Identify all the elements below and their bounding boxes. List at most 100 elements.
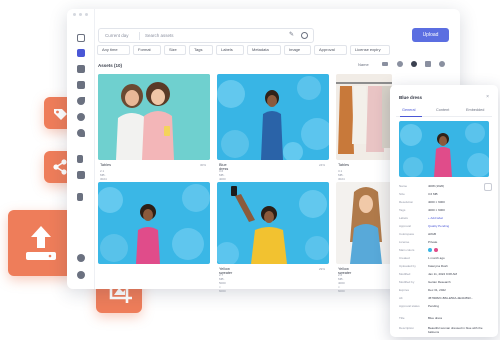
- detail-value: Beautiful woman dressed in blue with the…: [428, 326, 483, 334]
- detail-value: 3.6 MB: [428, 192, 438, 196]
- detail-label: Description: [399, 326, 415, 330]
- asset-name: Tables: [100, 163, 111, 167]
- asset-thumbnail[interactable]: [217, 74, 329, 160]
- filter-approval[interactable]: Approval: [314, 45, 347, 55]
- info-icon[interactable]: [439, 61, 445, 67]
- grid-view-icon[interactable]: [425, 61, 431, 67]
- sort-order-icon[interactable]: [382, 62, 388, 66]
- detail-value: 4000 × 6000: [428, 200, 445, 204]
- two-women-photo: [98, 74, 210, 160]
- asset-thumbnail[interactable]: [98, 182, 210, 264]
- trash-icon[interactable]: [77, 193, 83, 201]
- detail-value: 4000 × 6000: [428, 208, 445, 212]
- help-icon[interactable]: [77, 254, 85, 262]
- window-titlebar: [67, 9, 460, 19]
- close-icon[interactable]: ×: [486, 94, 489, 100]
- sidebar: [67, 9, 95, 289]
- asset-details-panel: Blue dress × General Content Embedded Na…: [390, 85, 498, 337]
- upload-button[interactable]: Upload: [412, 28, 449, 42]
- filter-format[interactable]: Format: [133, 45, 161, 55]
- asset-thumbnail[interactable]: [98, 74, 210, 160]
- detail-label: Modified: [399, 272, 411, 276]
- filter-any-time[interactable]: Any time: [97, 45, 130, 55]
- asset-meta: 2.7 MB · 5000 × 6000: [219, 273, 226, 293]
- settings-icon[interactable]: [77, 271, 85, 279]
- upload-icon: [26, 226, 56, 260]
- pink-top-photo: [98, 182, 210, 264]
- active-tab-indicator: [400, 116, 422, 117]
- detail-label: Uploaded by: [399, 264, 416, 268]
- detail-label: Tags: [399, 208, 406, 212]
- image-icon[interactable]: [77, 81, 85, 89]
- assets-icon[interactable]: [77, 49, 85, 57]
- upload-tile[interactable]: [8, 210, 74, 276]
- detail-label: Expires: [399, 288, 410, 292]
- screenshot-stage: Current day Search assets ✎ Upload Any t…: [0, 0, 500, 340]
- view-toggle-icon[interactable]: [411, 61, 417, 67]
- panel-preview[interactable]: [399, 121, 489, 177]
- detail-value: Pending: [428, 304, 440, 308]
- detail-value: Private: [428, 240, 438, 244]
- detail-label: Main colors: [399, 248, 415, 252]
- expand-icon[interactable]: [77, 34, 85, 42]
- detail-value: Blue dress: [428, 316, 443, 320]
- detail-value: Jan 11, 2022 9:08 AM: [428, 272, 457, 276]
- yellow-sweater-selfie-photo: [217, 182, 329, 264]
- filter-license-expiry[interactable]: License expiry: [350, 45, 390, 55]
- detail-label: Resolution: [399, 200, 414, 204]
- search-bar[interactable]: Current day Search assets ✎: [98, 28, 314, 43]
- folder-upload-icon[interactable]: [77, 171, 85, 179]
- add-label-link[interactable]: + Add label: [428, 216, 443, 220]
- detail-value: Gerian Research: [428, 280, 451, 284]
- detail-label: Colorspace: [399, 232, 415, 236]
- heart-icon[interactable]: [77, 129, 85, 137]
- search-input[interactable]: Search assets: [145, 33, 174, 38]
- folder-icon[interactable]: [77, 65, 85, 73]
- detail-label: Name: [399, 184, 408, 188]
- detail-label: Title: [399, 316, 405, 320]
- filter-image[interactable]: Image: [284, 45, 311, 55]
- color-swatch: [428, 248, 432, 252]
- detail-value: 1 month ago: [428, 256, 445, 260]
- approval-status-link[interactable]: Quality Pending: [428, 224, 449, 228]
- detail-value: Kateryna Rosh: [428, 264, 448, 268]
- detail-label: Modified by: [399, 280, 415, 284]
- filter-labels[interactable]: Labels: [216, 45, 244, 55]
- edit-icon[interactable]: [484, 183, 492, 191]
- tab-general[interactable]: General: [402, 108, 416, 112]
- search-icon[interactable]: [301, 32, 308, 39]
- tab-content[interactable]: Content: [436, 108, 449, 112]
- detail-value: sRGB: [428, 232, 437, 236]
- clothing-rack-photo: [336, 74, 392, 160]
- sort-select[interactable]: Name: [358, 62, 369, 67]
- asset-percent: 24%: [319, 163, 326, 167]
- asset-meta: 2.6 MB · 4000 × 6000: [338, 273, 345, 293]
- asset-percent: 29%: [319, 267, 326, 271]
- asset-thumbnail[interactable]: [336, 74, 392, 160]
- search-scope-select[interactable]: Current day: [105, 33, 129, 38]
- detail-label: Alt: [399, 296, 403, 300]
- blue-dress-photo: [217, 74, 329, 160]
- tag-icon[interactable]: [77, 97, 85, 105]
- asset-thumbnail[interactable]: [336, 182, 392, 264]
- asset-percent: 30%: [200, 163, 207, 167]
- filter-metadata[interactable]: Metadata: [247, 45, 281, 55]
- detail-label: Size: [399, 192, 405, 196]
- detail-value: 4579082C.88A-E5FA-4E40-B93...: [428, 296, 474, 300]
- detail-label: Labels: [399, 216, 408, 220]
- detail-label: Created: [399, 256, 410, 260]
- detail-label: License: [399, 240, 410, 244]
- panel-title: Blue dress: [399, 95, 423, 100]
- pin-icon[interactable]: ✎: [289, 32, 295, 39]
- filter-icon[interactable]: [397, 61, 403, 67]
- filter-size[interactable]: Size: [164, 45, 186, 55]
- share-icon[interactable]: [77, 155, 83, 163]
- filter-tags[interactable]: Tags: [189, 45, 213, 55]
- panel-tabs: General Content Embedded: [396, 107, 492, 117]
- color-swatch: [434, 248, 438, 252]
- clock-icon[interactable]: [77, 113, 85, 121]
- detail-label: Approval status: [399, 304, 420, 308]
- long-hair-woman-photo: [336, 182, 392, 264]
- asset-thumbnail[interactable]: [217, 182, 329, 264]
- tab-embedded[interactable]: Embedded: [466, 108, 484, 112]
